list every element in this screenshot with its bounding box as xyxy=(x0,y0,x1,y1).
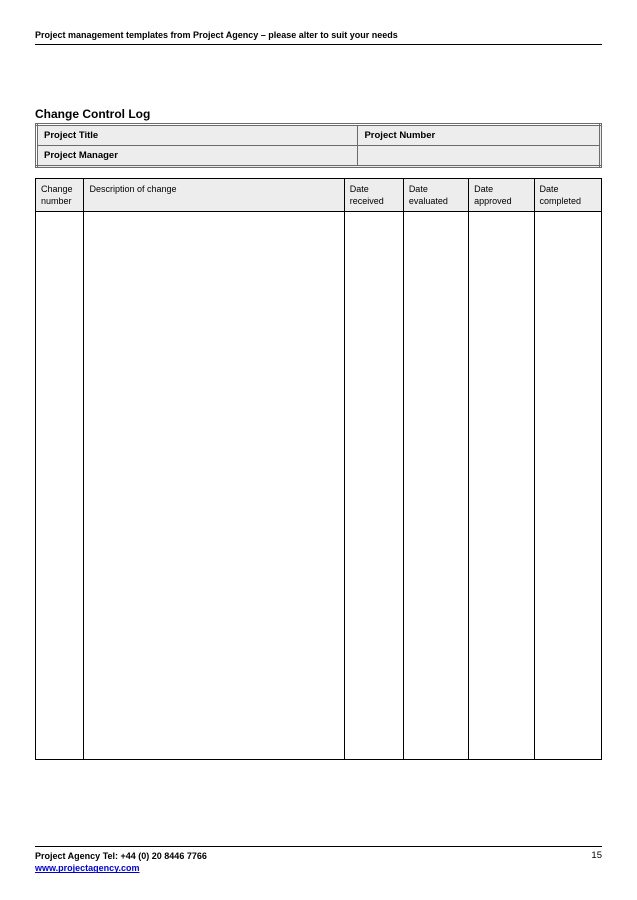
footer: Project Agency Tel: +44 (0) 20 8446 7766… xyxy=(35,846,602,875)
cell-description xyxy=(84,212,344,760)
cell-date-received xyxy=(344,212,403,760)
col-header-date-received: Date received xyxy=(344,179,403,212)
col-header-date-completed: Date completed xyxy=(534,179,602,212)
footer-divider xyxy=(35,846,602,847)
project-manager-value xyxy=(358,146,601,167)
col-header-date-evaluated: Date evaluated xyxy=(403,179,468,212)
table-row xyxy=(36,212,602,760)
cell-date-approved xyxy=(469,212,534,760)
cell-change-number xyxy=(36,212,84,760)
col-header-change-number: Change number xyxy=(36,179,84,212)
log-table: Change number Description of change Date… xyxy=(35,178,602,760)
page-number: 15 xyxy=(591,850,602,861)
cell-date-completed xyxy=(534,212,602,760)
section-title: Change Control Log xyxy=(35,107,602,121)
footer-url[interactable]: www.projectagency.com xyxy=(35,863,140,873)
project-number-label: Project Number xyxy=(358,125,601,146)
footer-tel: Project Agency Tel: +44 (0) 20 8446 7766 xyxy=(35,850,207,863)
cell-date-evaluated xyxy=(403,212,468,760)
col-header-description: Description of change xyxy=(84,179,344,212)
info-table: Project Title Project Number Project Man… xyxy=(35,123,602,168)
project-manager-label: Project Manager xyxy=(37,146,358,167)
project-title-label: Project Title xyxy=(37,125,358,146)
header-text: Project management templates from Projec… xyxy=(35,30,602,45)
col-header-date-approved: Date approved xyxy=(469,179,534,212)
